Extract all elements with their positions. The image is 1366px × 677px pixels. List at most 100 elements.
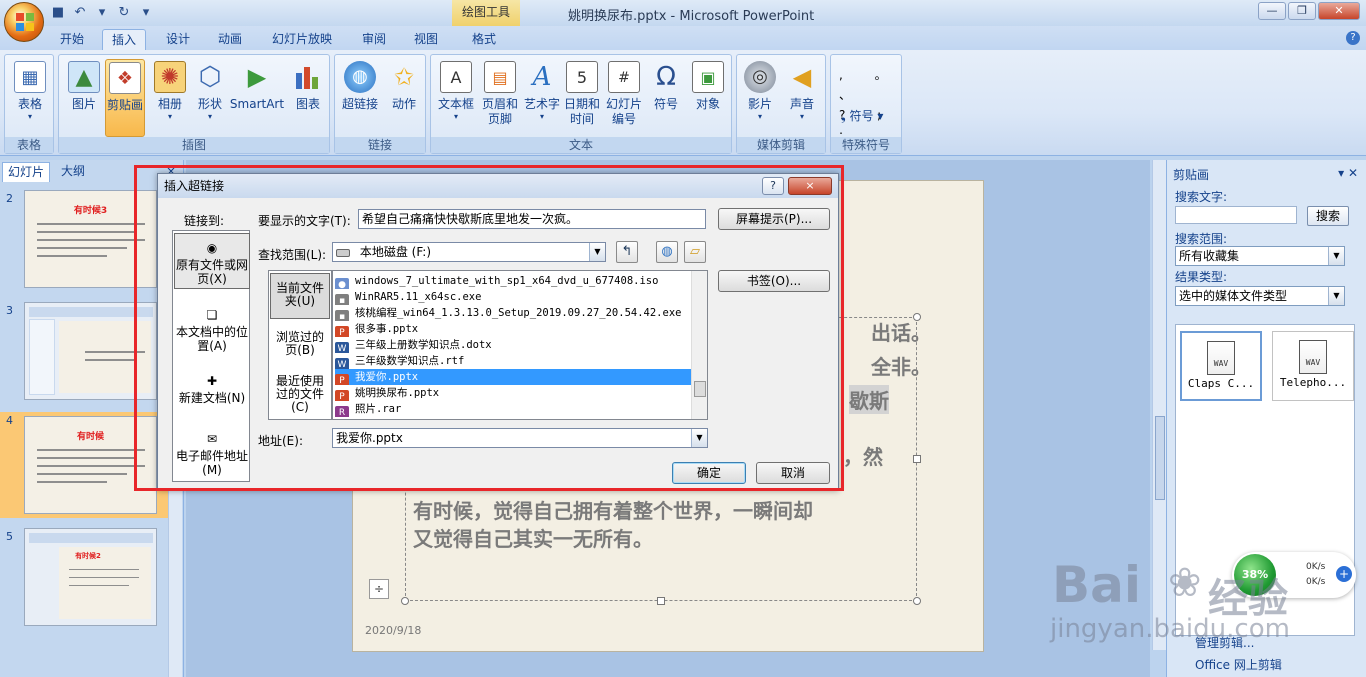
symbol-button[interactable]: Ω 符号 <box>643 59 689 137</box>
result-type-select[interactable]: 选中的媒体文件类型 ▼ <box>1175 286 1345 306</box>
highlight-frame <box>134 165 844 491</box>
punctuation-grid[interactable]: , 。 、? ; : <box>839 65 901 145</box>
group-label-media: 媒体剪辑 <box>737 137 825 153</box>
header-footer-button[interactable]: ▤ 页眉和 页脚 <box>477 59 523 137</box>
help-icon[interactable]: ? <box>1346 31 1360 45</box>
group-text: A 文本框 ▾ ▤ 页眉和 页脚 A 艺术字 ▾ 5 日期和 时间 # 幻灯片 … <box>430 54 732 154</box>
pane-menu-icon[interactable]: ▾ <box>1338 166 1344 180</box>
chart-button[interactable]: 图表 <box>285 59 331 137</box>
autofit-options-icon[interactable]: ÷ <box>369 579 389 599</box>
search-scope-label: 搜索范围: <box>1175 232 1228 246</box>
sound-button[interactable]: ◀ 声音 ▾ <box>779 59 825 137</box>
watermark-brand: Bai <box>1052 556 1141 614</box>
tab-home[interactable]: 开始 <box>52 29 92 50</box>
action-button[interactable]: ✩ 动作 <box>381 59 427 137</box>
clipart-button[interactable]: ❖ 剪贴画 <box>105 59 145 137</box>
save-icon[interactable]: ■ <box>50 5 66 21</box>
upload-speed: 0K/s <box>1306 562 1326 572</box>
chart-icon <box>292 61 324 93</box>
clipart-result-item[interactable]: WAV Telepho... <box>1272 331 1354 401</box>
picture-button[interactable]: ▲ 图片 <box>61 59 107 137</box>
tab-design[interactable]: 设计 <box>156 29 200 50</box>
download-speed: 0K/s <box>1306 577 1326 587</box>
shapes-button[interactable]: ⬡ 形状 ▾ <box>187 59 233 137</box>
object-icon: ▣ <box>692 61 724 93</box>
group-label-tables: 表格 <box>5 137 53 153</box>
movie-button[interactable]: ◎ 影片 ▾ <box>737 59 783 137</box>
action-star-icon: ✩ <box>393 63 415 91</box>
window-controls: — ❐ ✕ <box>1258 2 1360 20</box>
textbox-button[interactable]: A 文本框 ▾ <box>433 59 479 137</box>
customize-qat-icon[interactable]: ▾ <box>138 5 154 21</box>
smartart-icon: ▶ <box>247 63 267 91</box>
undo-icon[interactable]: ↶ <box>72 5 88 21</box>
undo-dropdown-icon[interactable]: ▾ <box>94 5 110 21</box>
tab-review[interactable]: 审阅 <box>352 29 396 50</box>
group-media: ◎ 影片 ▾ ◀ 声音 ▾ 媒体剪辑 <box>736 54 826 154</box>
tab-insert[interactable]: 插入 <box>102 29 146 50</box>
ribbon-tabs: 开始 插入 设计 动画 幻灯片放映 审阅 视图 格式 ? <box>0 26 1366 50</box>
clipart-pane-title: 剪贴画 <box>1173 168 1210 182</box>
hyperlink-button[interactable]: ◍ 超链接 <box>337 59 383 137</box>
clipart-search-input[interactable] <box>1175 206 1297 224</box>
resize-handle[interactable] <box>401 597 409 605</box>
table-icon: ▦ <box>14 61 46 93</box>
slide-thumbnail-5[interactable]: 5 有时候2 <box>0 528 168 626</box>
datetime-button[interactable]: 5 日期和 时间 <box>559 59 605 137</box>
header-footer-icon: ▤ <box>484 61 516 93</box>
close-window-icon[interactable]: ✕ <box>1318 2 1360 20</box>
office-button[interactable] <box>4 2 44 42</box>
wordart-icon: A <box>532 62 552 92</box>
picture-icon: ▲ <box>68 61 100 93</box>
search-text-label: 搜索文字: <box>1175 190 1228 204</box>
search-scope-select[interactable]: 所有收藏集 ▼ <box>1175 246 1345 266</box>
restore-icon[interactable]: ❐ <box>1288 2 1316 20</box>
album-icon: ✺ <box>154 61 186 93</box>
tab-animation[interactable]: 动画 <box>208 29 252 50</box>
tab-format[interactable]: 格式 <box>462 29 506 50</box>
context-tool-label: 绘图工具 <box>452 0 520 26</box>
resize-handle[interactable] <box>913 455 921 463</box>
redo-icon[interactable]: ↻ <box>116 5 132 21</box>
shapes-icon: ⬡ <box>198 62 222 92</box>
window-title: 姚明换尿布.pptx - Microsoft PowerPoint <box>568 9 815 24</box>
tab-slideshow[interactable]: 幻灯片放映 <box>264 29 340 50</box>
smartart-button[interactable]: ▶ SmartArt <box>229 59 285 137</box>
quick-access-toolbar: ■ ↶ ▾ ↻ ▾ <box>50 4 154 22</box>
omega-icon: Ω <box>656 62 676 92</box>
group-label-illustrations: 插图 <box>59 137 329 153</box>
group-label-text: 文本 <box>431 137 731 153</box>
group-illustrations: ▲ 图片 ❖ 剪贴画 ✺ 相册 ▾ ⬡ 形状 ▾ ▶ SmartArt 图表 插… <box>58 54 330 154</box>
slide-body-line-2: 又觉得自己其实一无所有。 <box>413 527 653 551</box>
slide-number-button[interactable]: # 幻灯片 编号 <box>601 59 647 137</box>
group-label-special-symbols: 特殊符号 <box>831 137 901 153</box>
textbox-icon: A <box>440 61 472 93</box>
slide-body-line-1: 有时候，觉得自己拥有着整个世界，一瞬间却 <box>413 499 813 523</box>
tab-view[interactable]: 视图 <box>404 29 448 50</box>
clipart-result-item[interactable]: WAV Claps C... <box>1180 331 1262 401</box>
pane-controls: ▾ ✕ <box>1338 166 1358 180</box>
resize-handle[interactable] <box>657 597 665 605</box>
table-button[interactable]: ▦ 表格 ▾ <box>7 59 53 137</box>
paw-icon: ❀ <box>1168 560 1202 606</box>
clipart-search-button[interactable]: 搜索 <box>1307 206 1349 226</box>
resize-handle[interactable] <box>913 313 921 321</box>
chevron-down-icon: ▼ <box>1328 287 1344 305</box>
tab-slides[interactable]: 幻灯片 <box>2 162 51 182</box>
minimize-icon[interactable]: — <box>1258 2 1286 20</box>
office-logo-icon <box>16 13 34 31</box>
tab-outline[interactable]: 大纲 <box>56 162 90 182</box>
plus-icon[interactable]: + <box>1336 566 1352 582</box>
pane-close-icon[interactable]: ✕ <box>1348 166 1358 180</box>
group-links: ◍ 超链接 ✩ 动作 链接 <box>334 54 426 154</box>
slide-scrollbar[interactable] <box>1152 160 1166 650</box>
office-online-clips-link[interactable]: Office 网上剪辑 <box>1195 656 1282 673</box>
special-symbol-button[interactable]: ❟ 符号 ▾ <box>841 107 883 124</box>
watermark-url: jingyan.baidu.com <box>1050 614 1290 644</box>
object-button[interactable]: ▣ 对象 <box>685 59 731 137</box>
group-special-symbols: , 。 、? ; : ❟ 符号 ▾ 特殊符号 <box>830 54 902 154</box>
title-bar: ■ ↶ ▾ ↻ ▾ 绘图工具 姚明换尿布.pptx - Microsoft Po… <box>0 0 1366 26</box>
ribbon: ▦ 表格 ▾ 表格 ▲ 图片 ❖ 剪贴画 ✺ 相册 ▾ ⬡ 形状 ▾ ▶ Sma… <box>0 50 1366 156</box>
globe-icon: ◍ <box>344 61 376 93</box>
resize-handle[interactable] <box>913 597 921 605</box>
